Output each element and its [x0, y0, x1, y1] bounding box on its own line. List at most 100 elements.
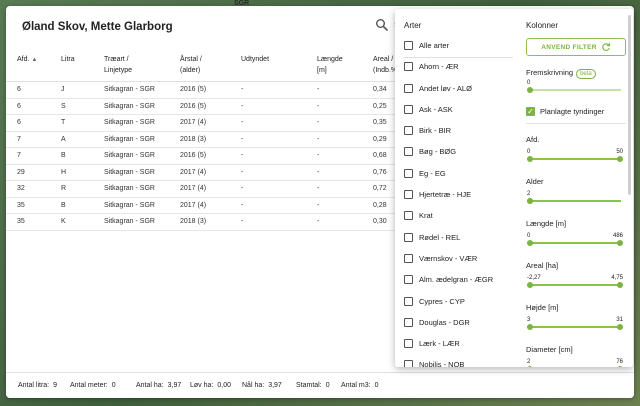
table-cell: 2016 (5): [180, 86, 207, 93]
table-cell: 32: [17, 185, 25, 192]
arter-option[interactable]: Ask - ASK: [403, 101, 513, 122]
arter-option[interactable]: Andet løv - ALØ: [403, 80, 513, 101]
checkbox[interactable]: [404, 232, 413, 242]
checkbox[interactable]: [404, 296, 413, 306]
header-traeart[interactable]: Træart / Linjetype: [104, 54, 132, 76]
checkbox[interactable]: [404, 126, 413, 136]
table-cell: 2016 (5): [180, 102, 207, 110]
checkbox[interactable]: [404, 147, 413, 157]
slider-label: Længde [m]: [526, 219, 567, 228]
slider-label: Afd.: [526, 135, 540, 144]
table-cell: 2018 (3): [180, 135, 207, 143]
header-litra[interactable]: Litra: [61, 54, 75, 65]
table-cell: T: [61, 119, 66, 126]
planlagte-tyndinger-checkbox[interactable]: ✓ Planlagte tyndinger: [526, 106, 630, 118]
arter-option[interactable]: Krat: [403, 207, 513, 228]
arter-option[interactable]: Nobilis - NOB: [403, 356, 513, 367]
arter-option[interactable]: Lærk - LÆR: [403, 335, 513, 356]
header-udtyndet[interactable]: Udtyndet: [241, 54, 269, 65]
slider-knob[interactable]: [527, 156, 533, 162]
arter-option[interactable]: Hjertetræ - HJE: [403, 186, 513, 207]
range-slider[interactable]: 2 76: [527, 359, 623, 367]
page-title: Øland Skov, Mette Glarborg: [22, 21, 173, 33]
slider-knob[interactable]: [527, 240, 533, 246]
header-laengde[interactable]: Længde [m]: [317, 54, 343, 76]
table-cell: 2017 (4): [180, 168, 207, 176]
arter-option[interactable]: Rødel - REL: [403, 229, 513, 250]
arter-option[interactable]: Douglas - DGR: [403, 314, 513, 335]
slider-knob[interactable]: [617, 282, 623, 288]
slider-knob[interactable]: [617, 324, 623, 330]
range-slider[interactable]: 3 31: [527, 317, 623, 331]
table-cell: Sitkagran - SGR: [104, 152, 155, 159]
arter-option[interactable]: Værnskov - VÆR: [403, 250, 513, 271]
checkmark-icon: ✓: [526, 107, 535, 116]
arter-option[interactable]: Alle arter: [403, 37, 513, 59]
slider-knob[interactable]: [527, 87, 533, 93]
checkbox[interactable]: [404, 275, 413, 285]
slider-knob[interactable]: [617, 240, 623, 246]
fremskrivning-slider[interactable]: 0: [527, 80, 623, 94]
slider-knob[interactable]: [527, 324, 533, 330]
checkbox[interactable]: [404, 253, 413, 263]
slider-knob[interactable]: [527, 198, 533, 204]
table-cell: 0,28: [373, 201, 387, 209]
slider-label: Højde [m]: [526, 303, 559, 312]
table-row[interactable]: 32 R Sitkagran - SGR 2017 (4) - - 0,72: [6, 181, 398, 198]
apply-filter-button[interactable]: ANVEND FILTER: [526, 38, 626, 56]
slider-label: Areal [ha]: [526, 261, 559, 270]
checkbox[interactable]: [404, 168, 413, 178]
table-cell: -: [241, 152, 244, 159]
range-slider[interactable]: 0 50: [527, 149, 623, 163]
table-cell: 0,68: [373, 152, 387, 159]
checkbox[interactable]: [404, 41, 413, 50]
table-row[interactable]: 29 H Sitkagran - SGR 2017 (4) - - 0,76: [6, 165, 398, 181]
summary-footer: Antal litra: 9 Antal meter: 0 Antal ha: 3,97 L…: [6, 372, 634, 398]
table-cell: 0,76: [373, 168, 387, 176]
table-cell: -: [241, 119, 244, 126]
range-slider[interactable]: -2,27 4,75: [527, 275, 623, 289]
table-row[interactable]: 35 K Sitkagran - SGR 2018 (3) - - 0,30: [6, 214, 398, 231]
table-cell: 7: [17, 135, 21, 143]
footer-stat: Antal litra: 9: [18, 382, 58, 389]
table-cell: 7: [17, 152, 21, 159]
checkbox[interactable]: [404, 211, 413, 221]
footer-stat: Løv ha: 0,00: [190, 382, 231, 389]
checkbox[interactable]: [404, 339, 413, 349]
arter-option[interactable]: Eg - EG: [403, 165, 513, 186]
table-row[interactable]: 35 B Sitkagran - SGR 2017 (4) - - 0,28: [6, 198, 398, 214]
table-row[interactable]: 7 A Sitkagran - SGR 2018 (3) - - 0,29: [6, 132, 398, 148]
checkbox[interactable]: [404, 360, 413, 367]
arter-option[interactable]: Cypres - CYP: [403, 293, 513, 314]
checkbox[interactable]: [404, 190, 413, 200]
checkbox[interactable]: [404, 83, 413, 93]
arter-option[interactable]: Bøg - BØG: [403, 143, 513, 164]
table-cell: Sitkagran - SGR: [104, 135, 155, 143]
range-slider[interactable]: 0 486: [527, 233, 623, 247]
table-cell: -: [317, 102, 320, 110]
scrollbar[interactable]: [628, 15, 631, 195]
slider-knob[interactable]: [617, 156, 623, 162]
slider-knob[interactable]: [527, 366, 533, 367]
table-cell: 2017 (4): [180, 119, 207, 126]
checkbox[interactable]: [404, 104, 413, 114]
slider-knob[interactable]: [527, 282, 533, 288]
table-cell: -: [317, 119, 320, 126]
table-row[interactable]: 6 J Sitkagran - SGR 2016 (5) - - 0,34: [6, 82, 398, 99]
table-cell: S: [61, 102, 66, 110]
header-aarstal[interactable]: Årstal / (alder): [180, 54, 202, 76]
arter-option[interactable]: Birk - BIR: [403, 122, 513, 143]
search-icon[interactable]: [375, 18, 389, 32]
header-afd[interactable]: Afd. ▲: [17, 54, 37, 66]
header-areal[interactable]: Areal / (Indb.%: [373, 54, 397, 76]
table-row[interactable]: 6 S Sitkagran - SGR 2016 (5) - - 0,25: [6, 99, 398, 115]
table-row[interactable]: 7 B Sitkagran - SGR 2016 (5) - - 0,68: [6, 148, 398, 165]
arter-option[interactable]: Alm. ædelgran - ÆGR: [403, 271, 513, 292]
arter-option[interactable]: Ahorn - ÆR: [403, 58, 513, 79]
checkbox[interactable]: [404, 317, 413, 327]
table-row[interactable]: 6 T Sitkagran - SGR 2017 (4) - - 0,35: [6, 115, 398, 132]
checkbox[interactable]: [404, 62, 413, 72]
table-cell: -: [317, 135, 320, 143]
range-slider[interactable]: 2: [527, 191, 623, 205]
slider-knob[interactable]: [617, 366, 623, 367]
